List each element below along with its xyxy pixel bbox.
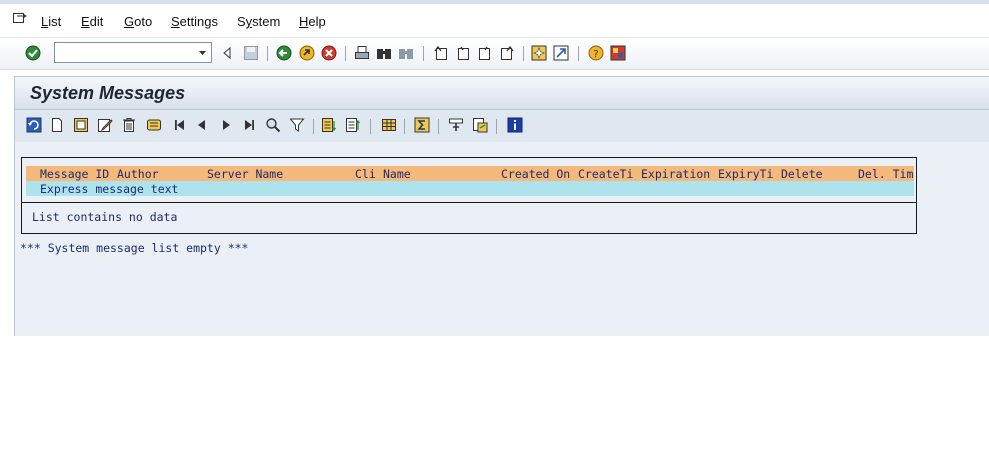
express-message-text-header: Express message text	[40, 182, 179, 196]
next-page-icon[interactable]	[477, 45, 493, 61]
divider	[22, 202, 916, 203]
column-header[interactable]: Expiration	[641, 167, 710, 181]
status-message: *** System message list empty ***	[20, 241, 249, 255]
find-next-icon[interactable]	[398, 45, 414, 61]
shortcut-icon[interactable]	[553, 45, 569, 61]
help-icon[interactable]: ?	[588, 45, 604, 61]
enter-checkmark-icon[interactable]	[25, 45, 41, 61]
message-list: Message ID Author Server Name Cli Name C…	[21, 157, 917, 234]
no-data-message: List contains no data	[32, 210, 178, 224]
save-icon[interactable]	[243, 45, 259, 61]
column-header[interactable]: Created On	[501, 167, 570, 181]
edit-pencil-icon[interactable]	[97, 117, 113, 133]
first-item-icon[interactable]	[172, 117, 188, 133]
column-header[interactable]: Message ID	[40, 167, 109, 181]
menu-bar: List Edit Goto Settings System Help	[0, 4, 989, 38]
content-area: System Messages Message ID Author Server…	[14, 76, 989, 336]
previous-page-icon[interactable]	[455, 45, 471, 61]
exit-icon[interactable]	[299, 45, 315, 61]
column-header[interactable]: CreateTi	[578, 167, 633, 181]
sort-descending-icon[interactable]	[345, 117, 361, 133]
list-header-row: Message ID Author Server Name Cli Name C…	[26, 166, 914, 181]
display-icon[interactable]	[73, 117, 89, 133]
create-session-icon[interactable]	[531, 45, 547, 61]
separator	[345, 46, 346, 61]
cancel-icon[interactable]	[321, 45, 337, 61]
filter-icon[interactable]	[289, 117, 305, 133]
system-menu-icon[interactable]	[13, 13, 27, 25]
separator	[523, 46, 524, 61]
find-icon[interactable]	[376, 45, 392, 61]
search-icon[interactable]	[265, 117, 281, 133]
application-toolbar	[15, 110, 989, 142]
menu-list[interactable]: List	[41, 14, 61, 29]
column-header[interactable]: ExpiryTi	[718, 167, 773, 181]
menu-help[interactable]: Help	[299, 14, 326, 29]
separator	[370, 119, 371, 134]
separator	[496, 119, 497, 134]
column-header[interactable]: Del. Tim	[858, 167, 913, 181]
information-icon[interactable]	[507, 117, 523, 133]
sort-ascending-icon[interactable]	[321, 117, 337, 133]
chevron-down-icon[interactable]	[195, 44, 210, 61]
separator	[267, 46, 268, 61]
print-preview-icon[interactable]	[448, 117, 464, 133]
column-header[interactable]: Server Name	[207, 167, 283, 181]
menu-goto[interactable]: Goto	[124, 14, 152, 29]
column-header[interactable]: Author	[117, 167, 159, 181]
export-icon[interactable]	[472, 117, 488, 133]
command-field[interactable]	[54, 42, 212, 63]
back-icon[interactable]	[276, 45, 292, 61]
title-bar: System Messages	[15, 77, 989, 110]
change-layout-grid-icon[interactable]	[381, 117, 397, 133]
separator	[578, 46, 579, 61]
menu-system[interactable]: System	[237, 14, 280, 29]
separator	[313, 119, 314, 134]
customize-layout-icon[interactable]	[610, 45, 626, 61]
details-icon[interactable]	[146, 117, 162, 133]
page-title: System Messages	[30, 83, 186, 103]
first-page-icon[interactable]	[433, 45, 449, 61]
collapse-arrow-icon[interactable]	[219, 45, 235, 61]
next-item-icon[interactable]	[218, 117, 234, 133]
separator	[438, 119, 439, 134]
last-item-icon[interactable]	[241, 117, 257, 133]
separator	[404, 119, 405, 134]
last-page-icon[interactable]	[499, 45, 515, 61]
svg-text:?: ?	[593, 49, 598, 60]
previous-item-icon[interactable]	[194, 117, 210, 133]
total-sigma-icon[interactable]	[414, 117, 430, 133]
delete-trash-icon[interactable]	[121, 117, 137, 133]
menu-settings[interactable]: Settings	[171, 14, 218, 29]
standard-toolbar: ?	[0, 38, 989, 70]
print-icon[interactable]	[354, 45, 370, 61]
column-header[interactable]: Cli	[355, 167, 376, 181]
separator	[423, 46, 424, 61]
menu-edit[interactable]: Edit	[81, 14, 103, 29]
list-subheader-row: Express message text	[26, 181, 914, 196]
column-header[interactable]: Delete	[781, 167, 823, 181]
create-icon[interactable]	[49, 117, 65, 133]
column-header[interactable]: Name	[383, 167, 411, 181]
refresh-icon[interactable]	[26, 117, 42, 133]
